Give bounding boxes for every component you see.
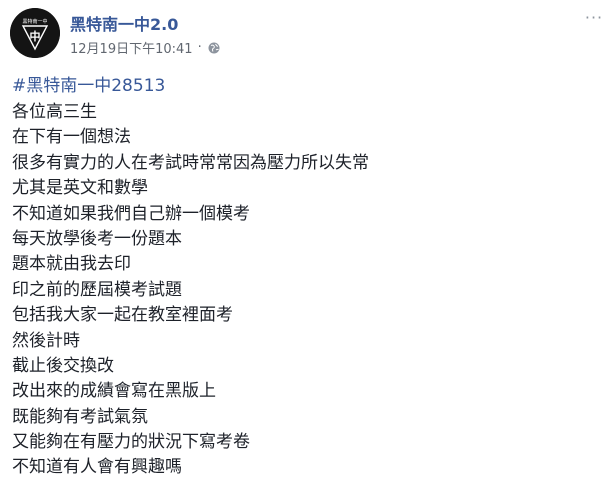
post-line: 包括我大家一起在教室裡面考 xyxy=(12,305,233,326)
post-line: 尤其是英文和數學 xyxy=(12,178,148,199)
avatar-logo-icon: 黑特南一中 中 xyxy=(10,8,60,58)
post-line: 不知道如果我們自己辦一個模考 xyxy=(12,203,250,224)
post-hashtag[interactable]: #黑特南一中28513 xyxy=(12,71,165,96)
post-line: 各位高三生 xyxy=(12,102,97,122)
post-line: 既能夠有考試氣氛 xyxy=(12,406,148,427)
page-avatar[interactable]: 黑特南一中 中 xyxy=(10,8,60,58)
more-options-icon[interactable]: ··· xyxy=(584,10,604,32)
post-line: 然後計時 xyxy=(12,330,80,351)
post-line: 印之前的歷屆模考試題 xyxy=(12,279,182,300)
globe-icon[interactable] xyxy=(208,42,220,54)
avatar-small-text: 黑特南一中 xyxy=(22,18,47,25)
post-line: 很多有實力的人在考試時常常因為壓力所以失常 xyxy=(12,152,369,173)
facebook-post: 黑特南一中 中 黑特南一中2.0 12月19日下午10:41 · ··· #黑特… xyxy=(0,0,616,487)
post-line: 不知道有人會有興趣嗎 xyxy=(12,457,182,478)
post-timestamp[interactable]: 12月19日下午10:41 xyxy=(70,38,193,57)
post-line: 在下有一個想法 xyxy=(12,127,131,148)
post-line: 題本就由我去印 xyxy=(12,254,131,275)
post-header: 黑特南一中 中 黑特南一中2.0 12月19日下午10:41 · ··· xyxy=(10,8,606,58)
post-line: 改出來的成績會寫在黑版上 xyxy=(12,381,216,402)
post-line: 截止後交換改 xyxy=(12,355,114,376)
avatar-main-text: 中 xyxy=(30,29,41,43)
post-body: 各位高三生 在下有一個想法 很多有實力的人在考試時常常因為壓力所以失常 尤其是英… xyxy=(12,100,369,481)
post-line: 又能夠在有壓力的狀況下寫考卷 xyxy=(12,432,250,453)
meta-separator: · xyxy=(197,40,202,55)
page-name-link[interactable]: 黑特南一中2.0 xyxy=(70,11,178,35)
post-meta: 12月19日下午10:41 · xyxy=(70,38,220,57)
post-line: 每天放學後考一份題本 xyxy=(12,228,182,249)
